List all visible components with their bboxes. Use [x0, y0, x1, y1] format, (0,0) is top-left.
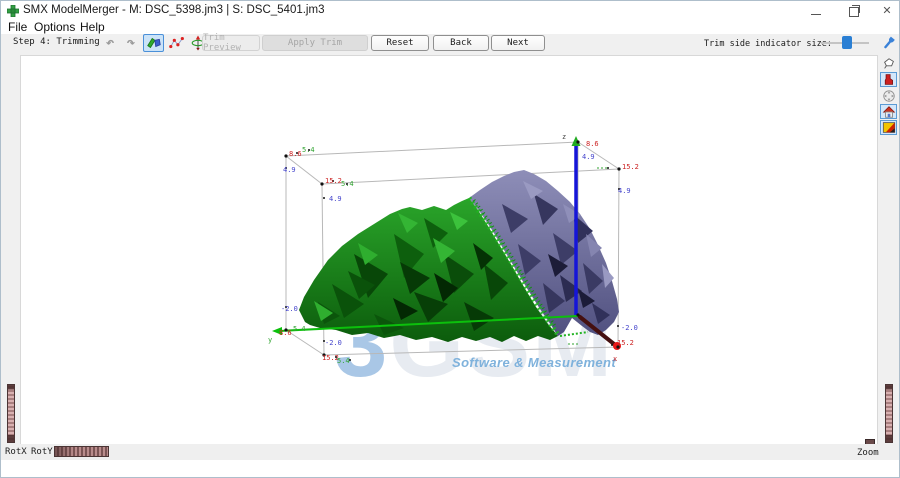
axis-label: 8.6	[289, 150, 302, 158]
y-axis-label: y	[268, 336, 272, 344]
z-axis-label: z	[562, 133, 566, 141]
axis-label: 15.2	[622, 163, 639, 171]
home-view-button[interactable]	[880, 104, 897, 119]
axis-label: 5.4	[302, 146, 315, 154]
maximize-button[interactable]	[840, 1, 868, 21]
redo-icon: ↷	[127, 35, 135, 51]
bottom-bar: RotX RotY Zoom	[1, 444, 899, 460]
axis-label: 8.6	[279, 329, 292, 337]
close-icon: ✕	[882, 6, 891, 17]
menu-options[interactable]: Options	[34, 20, 75, 34]
settings-wrench-button[interactable]	[878, 34, 898, 52]
render-mode-button[interactable]	[880, 120, 897, 135]
apply-trim-button[interactable]: Apply Trim	[262, 35, 368, 51]
rotx-label: RotX	[5, 447, 27, 457]
roty-slider[interactable]	[54, 446, 109, 457]
glove-icon	[882, 73, 895, 86]
minimize-icon	[811, 14, 821, 15]
axis-label: 5.4	[337, 357, 350, 365]
3d-scene[interactable]: 8.6 5.4 4.9 15.2 5.4 4.9 z 8.6 4.9 15.2 …	[21, 56, 877, 445]
lasso-select-button[interactable]	[880, 56, 897, 71]
pan-view-button[interactable]	[880, 88, 897, 103]
restore-icon	[849, 7, 859, 17]
trim-preview-button[interactable]: Trim Preview	[202, 35, 260, 51]
axis-label: 15.2	[325, 177, 342, 185]
axis-label: -2.0	[281, 305, 298, 313]
rotx-slider[interactable]	[7, 384, 15, 443]
reset-button[interactable]: Reset	[371, 35, 429, 51]
axis-label: 15.2	[617, 339, 634, 347]
back-button[interactable]: Back	[433, 35, 489, 51]
axis-label: 4.9	[329, 195, 342, 203]
trim-size-label: Trim side indicator size:	[704, 39, 832, 49]
axis-label: -2.0	[621, 324, 638, 332]
axis-label: 5.4	[293, 325, 306, 333]
next-button[interactable]: Next	[491, 35, 545, 51]
menu-bar: File Options Help	[1, 21, 899, 34]
axis-label: 4.9	[283, 166, 296, 174]
trim-surface-icon	[146, 35, 162, 51]
menu-help[interactable]: Help	[80, 20, 105, 34]
axis-label: 4.9	[618, 187, 631, 195]
menu-file[interactable]: File	[8, 20, 27, 34]
redo-button[interactable]: ↷	[121, 34, 141, 52]
trim-size-slider-thumb[interactable]	[842, 36, 852, 49]
wrench-icon	[880, 35, 897, 52]
axis-label: -2.0	[325, 339, 342, 347]
axis-label: 8.6	[586, 140, 599, 148]
zoom-slider[interactable]	[885, 384, 893, 443]
zoom-label: Zoom	[857, 448, 879, 458]
undo-icon: ↶	[106, 35, 114, 51]
roty-label: RotY	[31, 447, 53, 457]
trim-surface-tool-button[interactable]	[143, 34, 164, 52]
app-logo-icon	[7, 5, 19, 17]
toolbar: Step 4: Trimming ↶ ↷	[1, 34, 899, 53]
app-window: SMX ModelMerger - M: DSC_5398.jm3 | S: D…	[0, 0, 900, 478]
axis-label: 5.4	[341, 180, 354, 188]
polyline-tool-button[interactable]	[167, 34, 187, 52]
undo-button[interactable]: ↶	[100, 34, 120, 52]
pan-compass-icon	[882, 89, 896, 103]
render-mode-icon	[882, 121, 896, 134]
step-label: Step 4: Trimming	[13, 37, 100, 47]
lasso-icon	[882, 57, 896, 71]
x-axis-label: x	[613, 355, 617, 363]
window-title: SMX ModelMerger - M: DSC_5398.jm3 | S: D…	[23, 4, 324, 16]
polyline-icon	[169, 35, 185, 51]
glove-drag-button[interactable]	[880, 72, 897, 87]
close-button[interactable]: ✕	[873, 1, 900, 21]
home-icon	[882, 105, 896, 119]
viewport-3d[interactable]: 3GSM Software & Measurement	[20, 55, 878, 446]
minimize-button[interactable]	[802, 1, 830, 21]
title-bar: SMX ModelMerger - M: DSC_5398.jm3 | S: D…	[1, 1, 899, 21]
axis-label: 4.9	[582, 153, 595, 161]
